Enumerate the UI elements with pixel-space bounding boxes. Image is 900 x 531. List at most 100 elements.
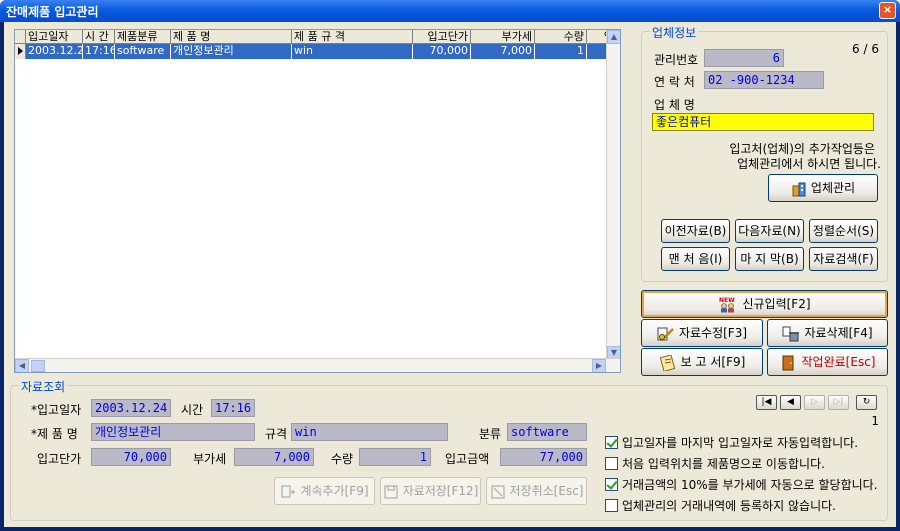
- first-record-button[interactable]: 맨 처 음(I): [661, 247, 730, 271]
- group-title: 자료조회: [19, 378, 68, 395]
- category-field[interactable]: software: [507, 423, 587, 441]
- close-icon: ×: [882, 3, 893, 16]
- checkbox[interactable]: [605, 436, 618, 449]
- cell: win: [292, 44, 413, 59]
- product-field[interactable]: 개인정보관리: [91, 423, 255, 441]
- cancel-disk-icon: [491, 485, 505, 498]
- option-focus-product[interactable]: 처음 입력위치를 제품명으로 이동합니다.: [605, 455, 825, 471]
- option-label: 거래금액의 10%를 부가세에 자동으로 할당합니다.: [622, 478, 878, 492]
- nav-next-icon[interactable]: ▷: [804, 395, 825, 410]
- option-auto-date[interactable]: 입고일자를 마지막 입고일자로 자동입력합니다.: [605, 434, 858, 450]
- col-header[interactable]: 제 품 규 격: [292, 30, 413, 44]
- row-indicator: [15, 44, 26, 59]
- new-users-icon: NEW: [719, 297, 736, 312]
- nav-prev-icon[interactable]: ◀: [780, 395, 801, 410]
- qty-label: 수량: [331, 452, 354, 466]
- save-record-button[interactable]: 자료저장[F12]: [380, 477, 481, 505]
- finish-work-label: 작업완료[Esc]: [801, 355, 876, 369]
- vendor-manage-label: 업체관리: [810, 181, 856, 195]
- option-skip-history[interactable]: 업체관리의 거래내역에 등록하지 않습니다.: [605, 497, 836, 513]
- checkbox[interactable]: [605, 457, 618, 470]
- amount-field[interactable]: 77,000: [500, 448, 587, 466]
- vendor-manage-button[interactable]: 업체관리: [768, 174, 878, 202]
- col-header[interactable]: 부가세: [471, 30, 535, 44]
- new-badge: NEW: [719, 297, 735, 304]
- delete-record-button[interactable]: 자료삭제[F4]: [767, 319, 888, 347]
- last-record-button[interactable]: 마 지 막(B): [735, 247, 804, 271]
- cell: 2003.12.24: [26, 44, 83, 59]
- option-auto-vat[interactable]: 거래금액의 10%를 부가세에 자동으로 할당합니다.: [605, 476, 878, 492]
- time-label: 시간: [181, 403, 204, 417]
- scroll-right-icon[interactable]: ▶: [592, 359, 606, 372]
- exit-door-icon: [782, 355, 794, 370]
- vat-label: 부가세: [193, 452, 227, 466]
- new-entry-button[interactable]: NEW 신규입력[F2]: [641, 290, 888, 318]
- unit-price-label: 입고단가: [37, 452, 82, 466]
- vat-field[interactable]: 7,000: [234, 448, 314, 466]
- qty-field[interactable]: 1: [359, 448, 431, 466]
- cell: 70,000: [413, 44, 471, 59]
- vendor-info-group: 업체정보 6 / 6 관리번호 6 연 락 처 02 -900-1234 업 체…: [641, 24, 888, 282]
- mgmt-no-field: 6: [704, 49, 784, 67]
- col-header[interactable]: 시 간: [83, 30, 115, 44]
- col-header[interactable]: 수량: [535, 30, 587, 44]
- contact-field: 02 -900-1234: [704, 71, 824, 89]
- continue-add-button[interactable]: 계속추가[F9]: [274, 477, 375, 505]
- vertical-scrollbar[interactable]: ▲ ▼: [606, 30, 620, 360]
- option-label: 업체관리의 거래내역에 등록하지 않습니다.: [622, 499, 836, 513]
- vendor-name-field[interactable]: 좋은컴퓨터: [652, 113, 874, 131]
- nav-last-icon[interactable]: ▷|: [828, 395, 849, 410]
- search-records-button[interactable]: 자료검색(F): [809, 247, 878, 271]
- cancel-save-label: 저장취소[Esc]: [509, 484, 584, 498]
- checkbox[interactable]: [605, 499, 618, 512]
- report-button[interactable]: 보 고 서[F9]: [641, 348, 763, 376]
- delete-record-label: 자료삭제[F4]: [804, 326, 873, 340]
- next-record-button[interactable]: 다음자료(N): [735, 219, 804, 243]
- report-label: 보 고 서[F9]: [680, 355, 746, 369]
- mgmt-no-label: 관리번호: [654, 53, 699, 67]
- edit-tools-icon: [657, 327, 674, 340]
- edit-record-button[interactable]: 자료수정[F3]: [641, 319, 763, 347]
- cell: 개인정보관리: [171, 44, 292, 59]
- row-pointer-icon: [18, 47, 23, 55]
- cancel-save-button[interactable]: 저장취소[Esc]: [486, 477, 587, 505]
- cell: 17:16: [85, 44, 115, 59]
- finish-work-button[interactable]: 작업완료[Esc]: [767, 348, 888, 376]
- stock-grid[interactable]: 입고일자 시 간 제품분류 제 품 명 제 품 규 격 입고단가 부가세 수량 …: [14, 29, 621, 373]
- window-title: 잔매제품 입고관리: [6, 5, 99, 19]
- refresh-icon[interactable]: ↻: [856, 395, 877, 410]
- time-field[interactable]: 17:16: [211, 399, 255, 417]
- product-label: *제 품 명: [31, 427, 78, 441]
- save-record-label: 자료저장[F12]: [402, 484, 479, 498]
- scroll-thumb[interactable]: [31, 360, 45, 372]
- close-button[interactable]: ×: [879, 2, 896, 19]
- checkbox[interactable]: [605, 478, 618, 491]
- option-label: 입고일자를 마지막 입고일자로 자동입력합니다.: [622, 436, 859, 450]
- option-label: 처음 입력위치를 제품명으로 이동합니다.: [622, 457, 825, 471]
- record-counter: 6 / 6: [852, 42, 879, 56]
- save-disk-icon: [384, 485, 398, 498]
- group-title: 업체정보: [650, 24, 699, 41]
- new-entry-label: 신규입력[F2]: [742, 297, 811, 311]
- cell: software: [115, 44, 171, 59]
- sort-order-button[interactable]: 정렬순서(S): [809, 219, 878, 243]
- header-corner: [15, 30, 26, 44]
- unit-price-field[interactable]: 70,000: [91, 448, 171, 466]
- horizontal-scrollbar[interactable]: ◀ ▶: [15, 358, 620, 372]
- delete-trash-icon: [782, 326, 800, 341]
- col-header[interactable]: 입고일자: [26, 30, 83, 44]
- building-icon: [792, 182, 806, 196]
- table-row[interactable]: 2003.12.24 17:16 software 개인정보관리 win 70,…: [26, 44, 620, 59]
- col-header[interactable]: 제 품 명: [171, 30, 292, 44]
- prev-record-button[interactable]: 이전자료(B): [661, 219, 730, 243]
- client-area: 입고일자 시 간 제품분류 제 품 명 제 품 규 격 입고단가 부가세 수량 …: [4, 22, 896, 527]
- col-header[interactable]: 입고단가: [413, 30, 471, 44]
- nav-first-icon[interactable]: |◀: [756, 395, 777, 410]
- scroll-up-icon[interactable]: ▲: [607, 30, 620, 44]
- date-field[interactable]: 2003.12.24: [91, 399, 171, 417]
- scroll-left-icon[interactable]: ◀: [15, 359, 29, 372]
- col-header[interactable]: 제품분류: [115, 30, 171, 44]
- edit-record-label: 자료수정[F3]: [678, 326, 748, 340]
- amount-label: 입고금액: [445, 452, 490, 466]
- spec-field[interactable]: win: [291, 423, 448, 441]
